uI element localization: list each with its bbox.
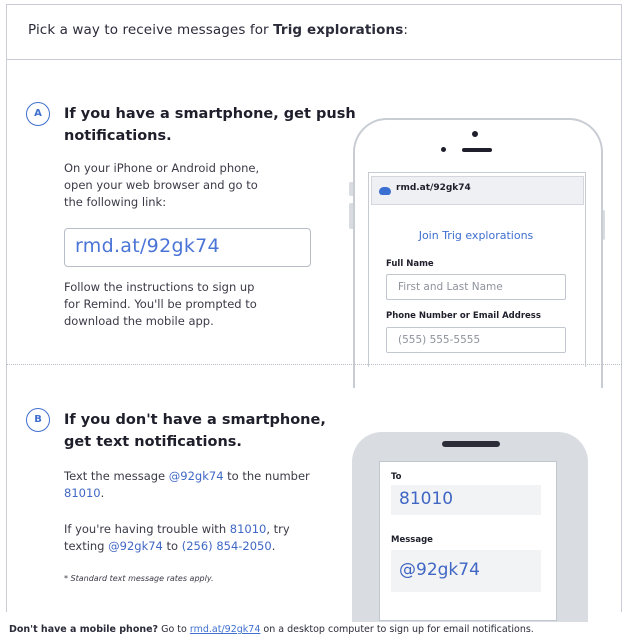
text-code: @92gk74: [168, 469, 224, 483]
section-divider: [6, 364, 622, 365]
option-a-heading: If you have a smartphone, get push notif…: [64, 106, 356, 144]
option-a-badge: A: [26, 102, 50, 126]
phone-sensor-icon: [441, 147, 446, 152]
phone-camera-icon: [472, 131, 478, 137]
full-name-placeholder: First and Last Name: [398, 281, 503, 293]
rates-note: * Standard text message rates apply.: [64, 574, 214, 583]
text-number: 81010: [64, 486, 101, 500]
sms-to-label: To: [391, 472, 402, 482]
phone-speaker-icon: [442, 441, 500, 447]
footer-note: Don't have a mobile phone? Go to rmd.at/…: [9, 624, 534, 635]
contact-label: Phone Number or Email Address: [386, 311, 541, 321]
header-bar: Pick a way to receive messages for Trig …: [6, 4, 622, 60]
option-a-instructions: On your iPhone or Android phone, open yo…: [64, 161, 260, 209]
sms-message-value: @92gk74: [399, 560, 480, 580]
browser-url-text: rmd.at/92gk74: [396, 183, 471, 193]
full-name-label: Full Name: [386, 259, 434, 269]
join-class-title: Join Trig explorations: [418, 229, 534, 242]
contact-placeholder: (555) 555-5555: [398, 334, 481, 346]
footer-link[interactable]: rmd.at/92gk74: [190, 624, 261, 635]
option-b-badge: B: [26, 408, 50, 432]
full-name-field: First and Last Name: [386, 274, 566, 300]
sms-message-label: Message: [391, 535, 433, 545]
alt-number: (256) 854-2050: [181, 539, 272, 553]
sms-message-field: @92gk74: [391, 550, 541, 592]
class-name: Trig explorations: [273, 22, 404, 38]
signup-link-box[interactable]: rmd.at/92gk74: [64, 228, 311, 267]
signup-link[interactable]: rmd.at/92gk74: [75, 235, 220, 257]
option-b-text-instructions: Text the message @92gk74 to the number 8…: [64, 469, 310, 500]
sms-to-field: 81010: [391, 485, 541, 515]
contact-field: (555) 555-5555: [386, 327, 566, 353]
cloud-icon: [379, 187, 391, 195]
option-b-trouble-text: If you're having trouble with 81010, try…: [64, 522, 290, 553]
option-b-heading: If you don't have a smartphone, get text…: [64, 412, 326, 450]
phone-speaker-icon: [462, 148, 492, 152]
header-text: Pick a way to receive messages for Trig …: [28, 22, 409, 38]
option-a-follow-text: Follow the instructions to sign up for R…: [64, 280, 257, 328]
sms-to-value: 81010: [399, 489, 454, 509]
